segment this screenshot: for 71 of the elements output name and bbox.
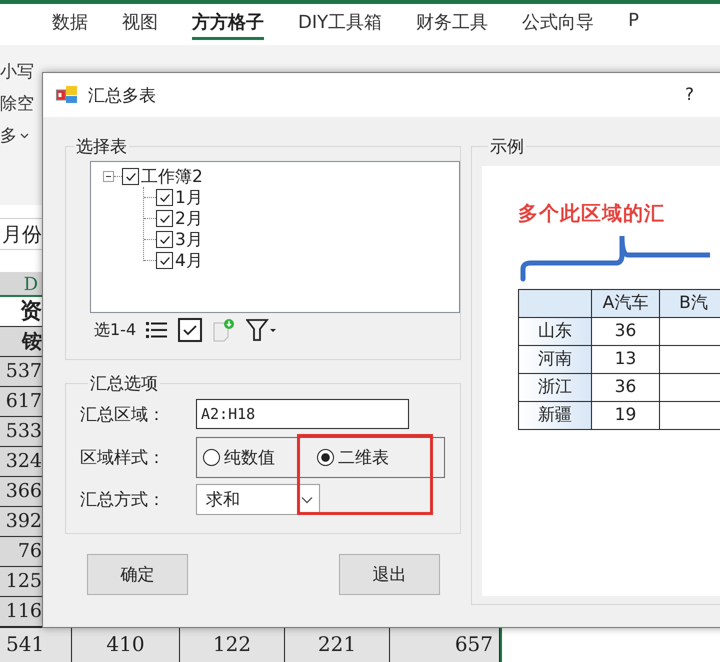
checkbox[interactable]: [156, 189, 173, 206]
ribbon-tab[interactable]: 方方格子: [192, 4, 264, 40]
selection-range-label: 选1-4: [94, 320, 136, 340]
option-label: 二维表: [338, 447, 389, 469]
table-cell: 13: [591, 346, 659, 373]
table-cell: 122: [180, 628, 285, 662]
chevron-icon: [301, 496, 313, 504]
table-cell: 36: [591, 374, 659, 401]
help-button[interactable]: ?: [684, 85, 694, 105]
radio-option[interactable]: 二维表: [317, 446, 417, 469]
ribbon-tab[interactable]: 财务工具: [416, 4, 488, 40]
checkbox[interactable]: [156, 210, 173, 227]
column-header[interactable]: D: [0, 272, 42, 297]
table-cell: 36: [591, 318, 659, 345]
example-caption: 多个此区域的汇: [518, 200, 666, 227]
table-cell: 537: [0, 357, 42, 387]
ribbon-command[interactable]: 小写: [0, 56, 34, 88]
caret-icon: [20, 133, 29, 139]
table-cell: 76: [0, 537, 42, 567]
ribbon-tab[interactable]: DIY工具箱: [298, 4, 382, 40]
table-cell: 410: [72, 628, 180, 662]
checkbox-icon[interactable]: [178, 318, 202, 342]
table-cell: 221: [285, 628, 390, 662]
ribbon-tab[interactable]: 视图: [122, 4, 158, 40]
ribbon-command[interactable]: 多: [0, 120, 29, 152]
tree-item[interactable]: 工作簿2: [141, 165, 203, 188]
option-label: 纯数值: [224, 447, 275, 469]
tree-item[interactable]: 2月: [175, 207, 203, 230]
column-header: B汽: [659, 290, 720, 317]
dialog-button[interactable]: 退出: [339, 554, 440, 595]
app-icon: [56, 85, 78, 105]
ribbon-tab[interactable]: P: [628, 4, 640, 40]
table-cell: 铵: [0, 327, 42, 357]
radio-button[interactable]: [317, 449, 334, 466]
radio-button[interactable]: [203, 449, 220, 466]
group-title: 汇总选项: [89, 373, 159, 395]
table-cell: 资: [0, 297, 42, 327]
group-title: 选择表: [75, 136, 128, 158]
dialog-button[interactable]: 确定: [87, 554, 188, 595]
table-cell: [519, 290, 591, 317]
table-cell: 19: [591, 402, 659, 429]
table-cell: 533: [0, 417, 42, 447]
table-cell: 324: [0, 447, 42, 477]
tree-item[interactable]: 4月: [175, 249, 203, 272]
table-cell: 541: [0, 628, 72, 662]
collapse-icon[interactable]: [103, 171, 114, 182]
ribbon-tab[interactable]: 公式向导: [522, 4, 594, 40]
radio-option[interactable]: 纯数值: [203, 446, 303, 469]
tree-item[interactable]: 1月: [175, 186, 203, 209]
field-label: 汇总区域：: [80, 404, 166, 426]
table-cell: 657: [390, 628, 500, 662]
window-title: 汇总多表: [88, 84, 156, 106]
table-cell: 617: [0, 387, 42, 417]
ribbon-command[interactable]: 除空: [0, 88, 34, 120]
ribbon-tab[interactable]: 数据: [52, 4, 88, 40]
list-icon[interactable]: [146, 320, 168, 340]
dropdown[interactable]: 求和: [196, 484, 320, 515]
table-cell: 116: [0, 597, 42, 627]
table-cell: 125: [0, 567, 42, 597]
checkbox[interactable]: [156, 231, 173, 248]
checkbox[interactable]: [156, 252, 173, 269]
table-cell: 392: [0, 507, 42, 537]
column-header: A汽车: [591, 290, 659, 317]
group-title: 示例: [489, 136, 525, 158]
filter-icon[interactable]: [246, 318, 278, 342]
field-label: 区域样式：: [80, 447, 166, 469]
field-label: 汇总方式：: [80, 489, 166, 511]
input-field[interactable]: A2:H18: [196, 399, 409, 429]
table-cell: 366: [0, 477, 42, 507]
checkbox[interactable]: [122, 168, 139, 185]
tree-item[interactable]: 3月: [175, 228, 203, 251]
